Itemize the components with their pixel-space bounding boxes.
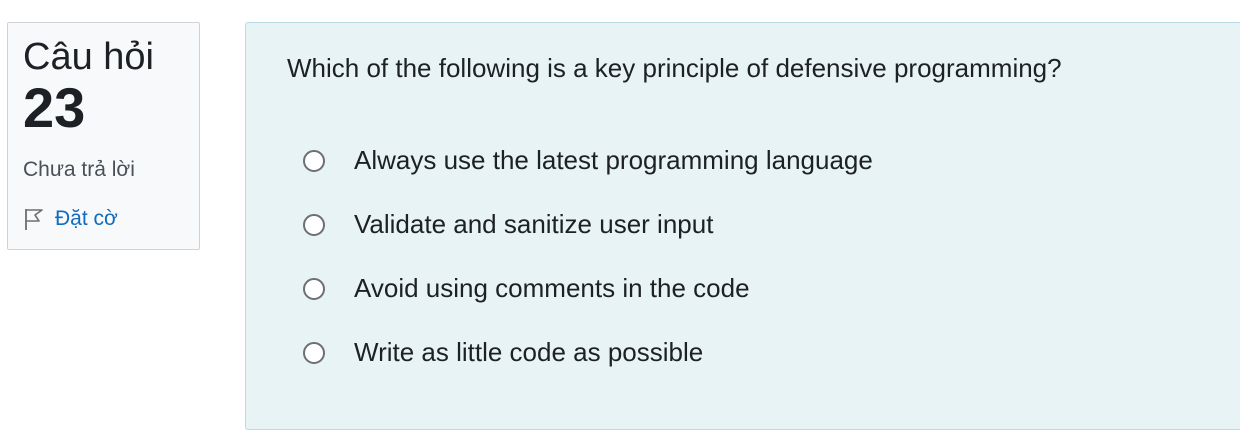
flag-question-label: Đặt cờ xyxy=(55,207,118,230)
answer-option-3[interactable]: Avoid using comments in the code xyxy=(303,269,750,309)
answer-label: Avoid using comments in the code xyxy=(354,273,750,304)
radio-button[interactable] xyxy=(303,150,325,172)
answer-option-2[interactable]: Validate and sanitize user input xyxy=(303,205,713,245)
answer-option-1[interactable]: Always use the latest programming langua… xyxy=(303,141,873,181)
question-status: Chưa trả lời xyxy=(23,158,135,181)
radio-button[interactable] xyxy=(303,278,325,300)
question-label: Câu hỏi xyxy=(23,36,154,78)
radio-button[interactable] xyxy=(303,214,325,236)
answer-label: Always use the latest programming langua… xyxy=(354,145,873,176)
question-info-panel: Câu hỏi 23 Chưa trả lời Đặt cờ xyxy=(7,22,200,250)
radio-button[interactable] xyxy=(303,342,325,364)
flag-question-link[interactable]: Đặt cờ xyxy=(23,206,118,231)
answer-label: Validate and sanitize user input xyxy=(354,209,714,240)
question-number: 23 xyxy=(23,76,86,139)
flag-outline-icon xyxy=(23,207,45,231)
question-content-panel: Which of the following is a key principl… xyxy=(245,22,1240,430)
answer-label: Write as little code as possible xyxy=(354,337,704,368)
answer-option-4[interactable]: Write as little code as possible xyxy=(303,333,703,373)
question-text: Which of the following is a key principl… xyxy=(287,53,1062,83)
